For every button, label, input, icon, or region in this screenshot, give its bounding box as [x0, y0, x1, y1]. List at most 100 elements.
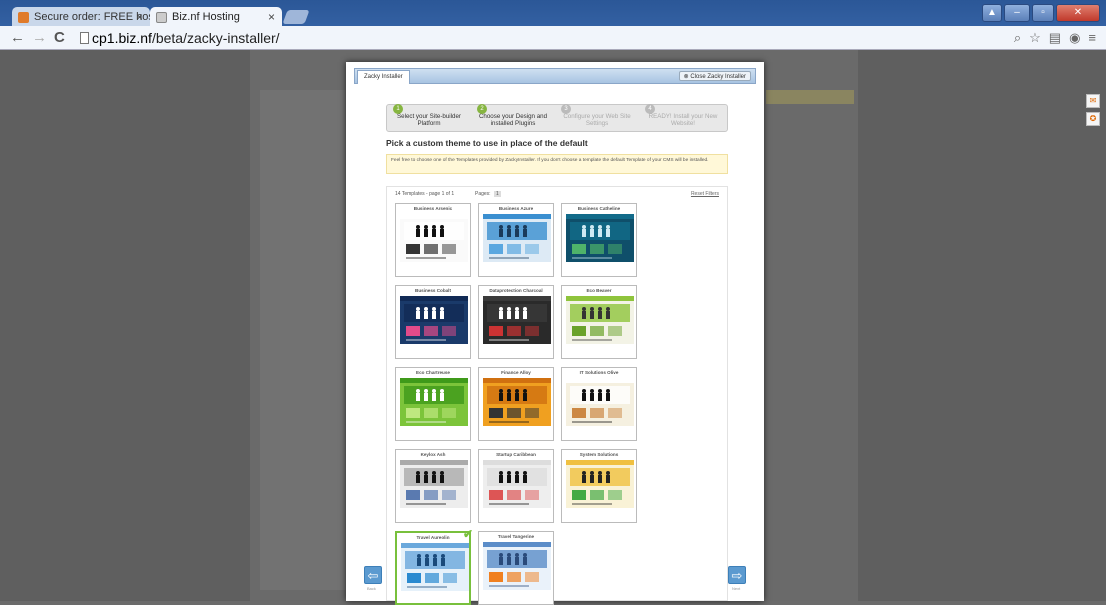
- template-card[interactable]: Business Cobalt: [395, 285, 471, 359]
- url-path: /beta/zacky-installer/: [151, 30, 280, 46]
- close-window-button[interactable]: ✕: [1056, 4, 1100, 22]
- page-title: Pick a custom theme to use in place of t…: [386, 138, 588, 148]
- star-icon[interactable]: ☆: [1029, 30, 1041, 46]
- template-preview-image: [566, 460, 634, 508]
- template-preview-image: [400, 214, 468, 262]
- selected-check-icon: ✔: [462, 527, 473, 541]
- new-tab-button[interactable]: [282, 10, 310, 24]
- template-thumbnail: [566, 378, 634, 426]
- template-thumbnail: [401, 543, 469, 591]
- reset-filters-link[interactable]: Reset Filters: [691, 191, 719, 197]
- support-icon[interactable]: ✪: [1086, 112, 1100, 126]
- menu-icon[interactable]: ≡: [1088, 30, 1096, 46]
- wizard-steps: 1 Select your Site-builder Platform 2 Ch…: [386, 104, 728, 132]
- template-preview-image: [400, 378, 468, 426]
- template-thumbnail: [400, 460, 468, 508]
- forward-icon[interactable]: →: [32, 29, 47, 46]
- tab-bar: Secure order: FREE hosting × Biz.nf Host…: [0, 0, 1106, 27]
- browser-chrome: Secure order: FREE hosting × Biz.nf Host…: [0, 0, 1106, 50]
- modal-tab[interactable]: Zacky Installer: [357, 70, 410, 84]
- step-number: 1: [393, 104, 403, 114]
- user-icon[interactable]: ▲: [982, 4, 1002, 22]
- step-number: 4: [645, 104, 655, 114]
- step-number: 2: [477, 104, 487, 114]
- step-label: Choose your Design and installed Plugins: [478, 113, 548, 127]
- template-card[interactable]: Dataprotection Charcoal: [478, 285, 554, 359]
- next-arrow-icon: ⇨: [731, 568, 743, 583]
- template-card[interactable]: Travel Aureolin ✔: [395, 527, 473, 605]
- template-card[interactable]: Business Arsenic: [395, 203, 471, 277]
- template-gallery: 14 Templates - page 1 of 1 Pages: 1 Rese…: [386, 186, 728, 605]
- template-preview-image: [401, 543, 469, 591]
- template-card[interactable]: Eco Chartreuse: [395, 367, 471, 441]
- page-sidebar-backdrop: [260, 90, 350, 590]
- extension-icon[interactable]: ◉: [1069, 30, 1080, 46]
- template-thumbnail: [566, 214, 634, 262]
- template-name: Travel Tangerine: [497, 534, 535, 539]
- back-icon[interactable]: ←: [10, 29, 25, 46]
- template-preview-image: [566, 378, 634, 426]
- template-card[interactable]: System Solutions: [561, 449, 637, 523]
- back-button[interactable]: ⇦: [364, 566, 382, 584]
- template-card[interactable]: Business Catheline: [561, 203, 637, 277]
- page-icon: [80, 32, 89, 44]
- template-preview-image: [483, 214, 551, 262]
- minimize-button[interactable]: –: [1004, 4, 1030, 22]
- browser-tab-secure-order[interactable]: Secure order: FREE hosting ×: [12, 7, 150, 27]
- template-preview-image: [483, 460, 551, 508]
- template-card[interactable]: Eco Beaver: [561, 285, 637, 359]
- template-thumbnail: [400, 296, 468, 344]
- template-preview-image: [483, 542, 551, 590]
- template-thumbnail: [566, 296, 634, 344]
- template-thumbnail: [566, 460, 634, 508]
- tab-label: Biz.nf Hosting: [172, 11, 240, 23]
- step-number: 3: [561, 104, 571, 114]
- template-card[interactable]: Business Azure: [478, 203, 554, 277]
- template-thumbnail: [483, 542, 551, 590]
- translate-icon[interactable]: ▤: [1049, 30, 1061, 46]
- step-label: Select your Site-builder Platform: [397, 113, 461, 127]
- template-name: Eco Beaver: [586, 288, 612, 293]
- template-name: Business Cobalt: [415, 288, 451, 293]
- browser-tab-biz-nf[interactable]: Biz.nf Hosting ×: [150, 7, 282, 27]
- page-number[interactable]: 1: [493, 191, 501, 197]
- gallery-count: 14 Templates - page 1 of 1: [395, 191, 455, 197]
- template-card[interactable]: IT Solutions Olive: [561, 367, 637, 441]
- close-installer-button[interactable]: ⊗ Close Zacky Installer: [678, 71, 751, 81]
- template-preview-image: [400, 460, 468, 508]
- template-preview-image: [566, 214, 634, 262]
- maximize-button[interactable]: ▫: [1032, 4, 1054, 22]
- step-1: 1 Select your Site-builder Platform: [387, 104, 471, 133]
- zacky-installer-modal: Zacky Installer ⊗ Close Zacky Installer …: [346, 62, 764, 605]
- template-card[interactable]: Travel Tangerine: [478, 531, 554, 605]
- template-thumbnail: [400, 378, 468, 426]
- reload-icon[interactable]: C: [54, 29, 65, 46]
- step-label: Configure your Web Site Settings: [563, 113, 631, 127]
- template-name: Finance Alloy: [501, 370, 531, 375]
- template-card[interactable]: Keylox Ash: [395, 449, 471, 523]
- template-preview-image: [483, 378, 551, 426]
- feedback-icon[interactable]: ✉: [1086, 94, 1100, 108]
- back-label: Back: [367, 586, 376, 591]
- favicon-icon: [18, 12, 29, 23]
- template-name: Travel Aureolin: [416, 535, 450, 540]
- template-name: IT Solutions Olive: [579, 370, 619, 375]
- pages-label: Pages:: [475, 191, 491, 197]
- address-bar[interactable]: cp1.biz.nf/beta/zacky-installer/: [80, 28, 960, 48]
- template-card[interactable]: Finance Alloy: [478, 367, 554, 441]
- template-thumbnail: [483, 460, 551, 508]
- template-name: Business Catheline: [577, 206, 621, 211]
- template-name: Startup Caribbean: [496, 452, 536, 457]
- next-button[interactable]: ⇨: [728, 566, 746, 584]
- modal-header: Zacky Installer ⊗ Close Zacky Installer: [354, 68, 756, 84]
- close-tab-icon[interactable]: ×: [268, 10, 275, 24]
- tab-label: Secure order: FREE hosting: [34, 11, 150, 23]
- close-tab-icon[interactable]: ×: [136, 10, 143, 24]
- url-host: cp1.biz.nf: [92, 30, 152, 46]
- search-icon[interactable]: ⌕: [1014, 30, 1021, 46]
- toolbar-actions: ⌕ ☆ ▤ ◉ ≡: [1014, 30, 1096, 46]
- template-name: Business Arsenic: [413, 206, 453, 211]
- template-card[interactable]: Startup Caribbean: [478, 449, 554, 523]
- step-2: 2 Choose your Design and installed Plugi…: [471, 104, 555, 133]
- next-label: Next: [732, 586, 741, 591]
